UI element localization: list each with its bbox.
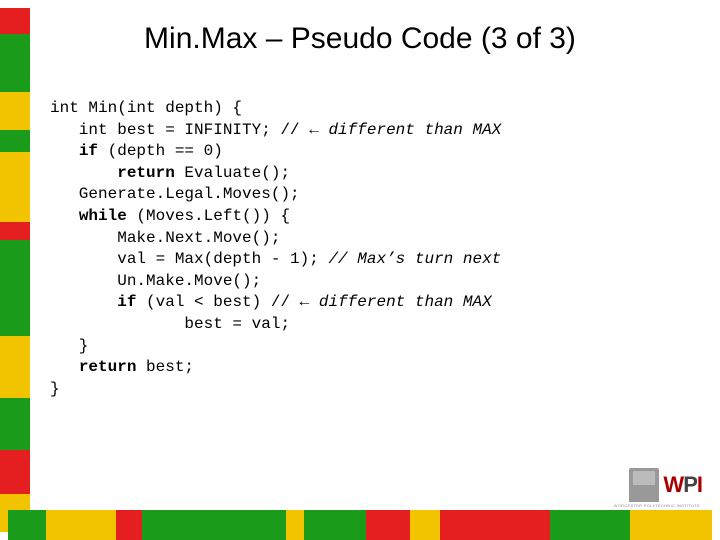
code-line: int Min(int depth) { — [50, 99, 242, 117]
stripe-segment — [0, 130, 30, 152]
code-comment: ← different than MAX — [300, 293, 492, 311]
code-line: Un.Make.Move(); — [50, 272, 261, 290]
wpi-seal-icon — [629, 468, 659, 502]
code-line: val = Max(depth - 1); — [50, 250, 328, 268]
stripe-segment — [8, 510, 46, 540]
code-text: (val < best) // — [136, 293, 299, 311]
slide-title: Min.Max – Pseudo Code (3 of 3) — [0, 22, 720, 56]
code-line: Generate.Legal.Moves(); — [50, 185, 300, 203]
wpi-logo-text: WPI — [663, 472, 702, 498]
stripe-segment — [196, 510, 286, 540]
logo-w: W — [663, 472, 683, 497]
code-kw-return: return — [79, 358, 137, 376]
stripe-segment — [0, 92, 30, 130]
code-kw-if: if — [79, 142, 98, 160]
decorative-stripe-left — [0, 8, 30, 532]
stripe-segment — [46, 510, 116, 540]
code-indent — [50, 293, 117, 311]
code-indent — [50, 164, 117, 182]
wpi-logo-subtitle: WORCESTER POLYTECHNIC INSTITUTE — [614, 503, 700, 508]
code-kw-while: while — [79, 207, 127, 225]
code-line: best = val; — [50, 315, 290, 333]
code-indent — [50, 358, 79, 376]
logo-i: I — [697, 472, 702, 497]
stripe-segment — [0, 450, 30, 494]
code-text: (Moves.Left()) { — [127, 207, 290, 225]
code-comment: ← different than MAX — [309, 121, 501, 139]
code-kw-return: return — [117, 164, 175, 182]
code-line: } — [50, 380, 60, 398]
stripe-segment — [304, 510, 366, 540]
stripe-segment — [116, 510, 142, 540]
pseudocode-block: int Min(int depth) { int best = INFINITY… — [50, 98, 501, 400]
decorative-stripe-bottom — [8, 510, 712, 540]
stripe-segment — [0, 398, 30, 450]
stripe-segment — [0, 222, 30, 240]
code-line: Make.Next.Move(); — [50, 229, 280, 247]
code-kw-if: if — [117, 293, 136, 311]
code-text: best; — [136, 358, 194, 376]
stripe-segment — [440, 510, 550, 540]
stripe-segment — [0, 240, 30, 324]
code-indent — [50, 142, 79, 160]
code-text: (depth == 0) — [98, 142, 223, 160]
code-indent — [50, 207, 79, 225]
code-line: int best = INFINITY; // — [50, 121, 309, 139]
stripe-segment — [410, 510, 440, 540]
code-line: } — [50, 337, 88, 355]
stripe-segment — [142, 510, 196, 540]
code-text: Evaluate(); — [175, 164, 290, 182]
stripe-segment — [286, 510, 304, 540]
stripe-segment — [630, 510, 712, 540]
stripe-segment — [366, 510, 410, 540]
code-comment: // Max’s turn next — [328, 250, 501, 268]
stripe-segment — [0, 152, 30, 222]
stripe-segment — [0, 324, 30, 336]
wpi-logo: WPI — [629, 468, 702, 502]
stripe-segment — [550, 510, 630, 540]
logo-p: P — [683, 472, 697, 497]
stripe-segment — [0, 336, 30, 398]
